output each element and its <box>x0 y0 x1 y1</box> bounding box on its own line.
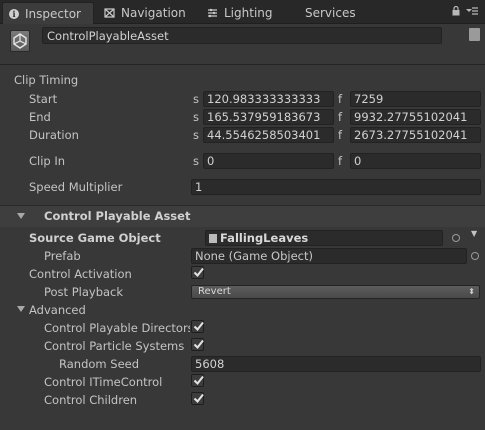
control-activation-label: Control Activation <box>29 267 132 281</box>
duration-label: Duration <box>29 128 79 142</box>
duration-seconds-unit: s <box>193 128 199 142</box>
lock-icon[interactable] <box>452 5 460 19</box>
info-icon: i <box>9 8 19 19</box>
end-label: End <box>29 110 51 124</box>
tab-menu-icon[interactable] <box>466 6 478 19</box>
tab-services[interactable]: Services <box>305 2 375 24</box>
clip-in-seconds-unit: s <box>193 154 199 168</box>
control-directors-label: Control Playable Directors <box>44 321 190 335</box>
checkmark-icon <box>193 375 204 386</box>
control-children-label: Control Children <box>44 393 138 407</box>
control-itime-checkbox[interactable] <box>191 374 204 387</box>
unity-asset-icon <box>10 30 30 52</box>
tab-lighting[interactable]: Lighting <box>207 2 287 24</box>
component-foldout-icon[interactable] <box>17 213 25 219</box>
start-seconds-field[interactable]: 120.983333333333 <box>203 91 334 107</box>
end-seconds-unit: s <box>193 110 199 124</box>
speed-multiplier-field[interactable]: 1 <box>191 179 481 195</box>
clip-in-frames-unit: f <box>338 154 343 168</box>
tab-lighting-label: Lighting <box>224 6 273 20</box>
object-picker-icon[interactable] <box>452 234 460 242</box>
end-frames-field[interactable]: 9932.27755102041 <box>350 109 481 125</box>
prefab-picker-icon[interactable] <box>471 252 479 260</box>
duration-seconds-field[interactable]: 44.5546258503401 <box>203 127 334 143</box>
source-game-object-label: Source Game Object <box>29 231 161 245</box>
post-playback-dropdown[interactable]: Revert ⬍ <box>191 285 480 299</box>
start-frames-unit: f <box>338 92 343 106</box>
lighting-icon <box>208 8 217 18</box>
start-label: Start <box>29 92 58 106</box>
duration-frames-unit: f <box>338 128 343 142</box>
prefab-field[interactable]: None (Game Object) <box>191 248 467 264</box>
tab-bar: i Inspector Navigation Lighting Services <box>0 0 485 24</box>
advanced-label[interactable]: Advanced <box>29 303 86 317</box>
control-itime-label: Control ITimeControl <box>44 375 163 389</box>
checkmark-icon <box>193 321 204 332</box>
tab-inspector-label: Inspector <box>25 6 81 21</box>
post-playback-value: Revert <box>198 286 231 297</box>
post-playback-label: Post Playback <box>44 285 124 299</box>
speed-multiplier-label: Speed Multiplier <box>29 180 123 194</box>
clip-timing-heading: Clip Timing <box>14 73 79 87</box>
checkmark-icon <box>193 393 204 404</box>
end-seconds-field[interactable]: 165.537959183673 <box>203 109 334 125</box>
random-seed-label: Random Seed <box>59 357 140 371</box>
source-game-object-value: FallingLeaves <box>220 231 309 245</box>
tab-inspector[interactable]: i Inspector <box>2 2 94 24</box>
control-particles-checkbox[interactable] <box>191 338 204 351</box>
checkmark-icon <box>193 339 204 350</box>
prefab-label: Prefab <box>44 249 81 263</box>
tab-navigation-label: Navigation <box>121 6 186 20</box>
end-frames-unit: f <box>338 110 343 124</box>
source-game-object-field[interactable]: FallingLeaves <box>205 230 443 246</box>
checkmark-icon <box>193 267 204 278</box>
inspector-header: ControlPlayableAsset <box>0 24 485 66</box>
navigation-icon <box>104 8 115 18</box>
random-seed-field[interactable]: 5608 <box>191 356 481 372</box>
header-divider <box>0 64 485 65</box>
source-dropdown-icon[interactable]: ▼ <box>471 229 477 238</box>
tab-navigation[interactable]: Navigation <box>104 2 194 24</box>
clip-in-label: Clip In <box>29 154 66 168</box>
duration-frames-field[interactable]: 2673.27755102041 <box>350 127 481 143</box>
start-seconds-unit: s <box>193 92 199 106</box>
object-name-input[interactable]: ControlPlayableAsset <box>42 27 442 44</box>
updown-arrows-icon: ⬍ <box>468 287 475 296</box>
clip-in-seconds-field[interactable]: 0 <box>203 153 334 169</box>
control-children-checkbox[interactable] <box>191 392 204 405</box>
game-object-icon <box>209 234 217 243</box>
control-directors-checkbox[interactable] <box>191 320 204 333</box>
settings-icon[interactable] <box>469 28 480 41</box>
start-frames-field[interactable]: 7259 <box>350 91 481 107</box>
tab-services-label: Services <box>305 6 356 20</box>
component-title: Control Playable Asset <box>44 209 191 223</box>
control-particles-label: Control Particle Systems <box>44 339 185 353</box>
advanced-foldout-icon[interactable] <box>17 306 25 312</box>
control-activation-checkbox[interactable] <box>191 266 204 279</box>
clip-in-frames-field[interactable]: 0 <box>350 153 481 169</box>
